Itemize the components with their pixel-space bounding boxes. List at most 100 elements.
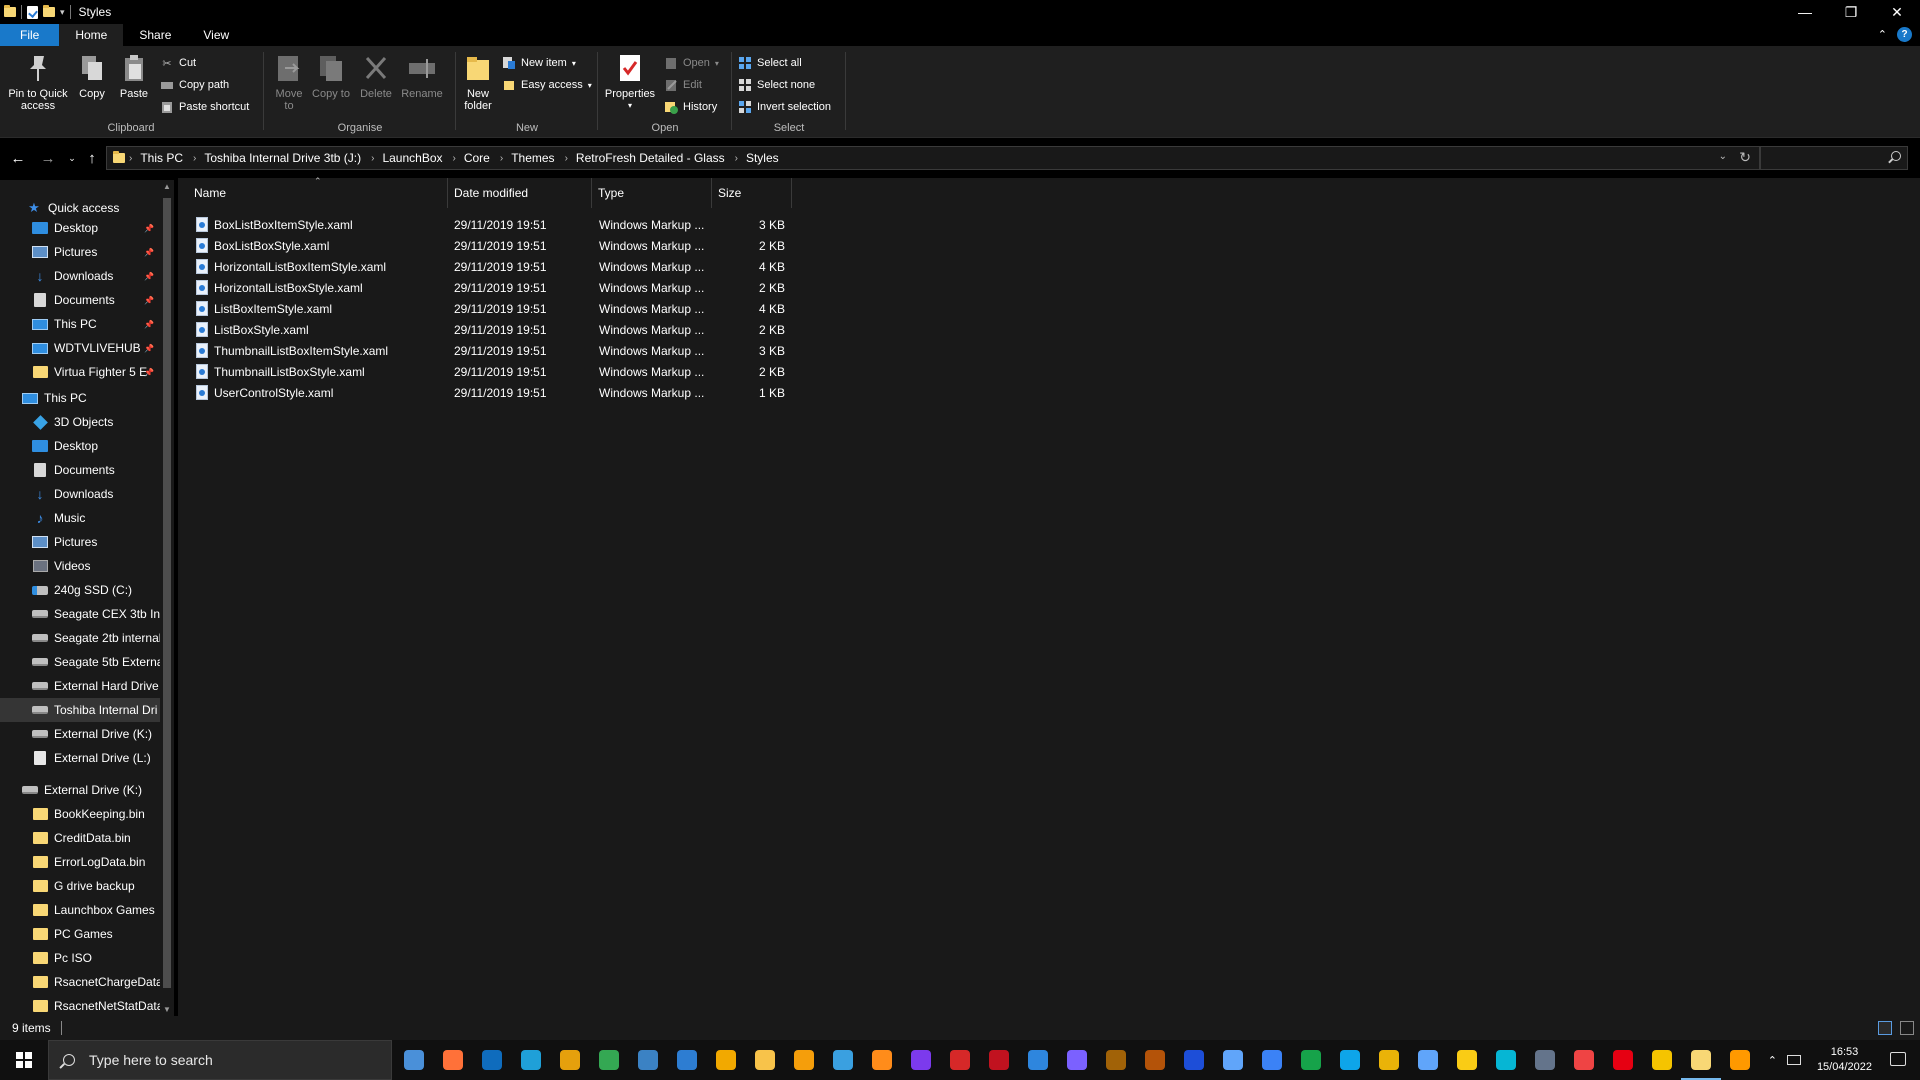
diamond-app-icon[interactable]: [1223, 1050, 1243, 1070]
scroll-up-icon[interactable]: ▲: [163, 182, 171, 191]
nav-pc-item[interactable]: 240g SSD (C:): [0, 578, 160, 602]
card-app-2-icon[interactable]: [1145, 1050, 1165, 1070]
column-header-name[interactable]: Name ⌃: [178, 176, 448, 208]
launchbox-icon[interactable]: [404, 1050, 424, 1070]
notifications-icon[interactable]: [1890, 1052, 1906, 1066]
large-icons-view-icon[interactable]: [1900, 1021, 1914, 1035]
details-view-icon[interactable]: [1878, 1021, 1892, 1035]
delete-button[interactable]: Delete: [358, 52, 394, 100]
nav-quick-item[interactable]: Virtua Fighter 5 E 📌: [0, 360, 160, 384]
address-bar[interactable]: › This PC › Toshiba Internal Drive 3tb (…: [106, 146, 1760, 170]
file-row[interactable]: ThumbnailListBoxItemStyle.xaml 29/11/2019…: [194, 340, 954, 361]
firefox-icon[interactable]: [443, 1050, 463, 1070]
emulator-icon[interactable]: [950, 1050, 970, 1070]
breadcrumb-retrofresh[interactable]: RetroFresh Detailed - Glass: [568, 151, 735, 165]
select-none-button[interactable]: Select none: [738, 76, 815, 94]
breadcrumb-core[interactable]: Core: [456, 151, 500, 165]
file-row[interactable]: BoxListBoxStyle.xaml 29/11/2019 19:51 Wind…: [194, 235, 954, 256]
nav-pc-item[interactable]: External Drive (L:): [0, 746, 160, 770]
column-header-date[interactable]: Date modified: [448, 178, 592, 208]
purple-app-icon[interactable]: [1067, 1050, 1087, 1070]
file-row[interactable]: ListBoxItemStyle.xaml 29/11/2019 19:51 Win…: [194, 298, 954, 319]
file-row[interactable]: UserControlStyle.xaml 29/11/2019 19:51 Win…: [194, 382, 954, 403]
history-button[interactable]: History: [664, 98, 717, 116]
network-icon[interactable]: [1786, 1055, 1801, 1065]
forward-arrow-icon[interactable]: →: [38, 148, 58, 168]
taskbar-search-box[interactable]: Type here to search: [48, 1040, 392, 1080]
breadcrumb-themes[interactable]: Themes: [503, 151, 564, 165]
rename-button[interactable]: Rename: [400, 52, 444, 100]
up-arrow-icon[interactable]: ↑: [82, 148, 102, 168]
bluetooth-app-icon[interactable]: [1262, 1050, 1282, 1070]
nav-quick-item[interactable]: ↓ Downloads 📌: [0, 264, 160, 288]
switch-red-icon[interactable]: [1613, 1050, 1633, 1070]
file-row[interactable]: HorizontalListBoxItemStyle.xaml 29/11/201…: [194, 256, 954, 277]
nav-pc-item[interactable]: Documents: [0, 458, 160, 482]
nav-pc-item[interactable]: Seagate 5tb Externa: [0, 650, 160, 674]
cut-button[interactable]: ✂ Cut: [160, 54, 196, 72]
properties-button[interactable]: Properties ▾: [600, 52, 660, 112]
triangle-app-icon[interactable]: [716, 1050, 736, 1070]
copy-to-button[interactable]: Copy to: [312, 52, 350, 100]
recent-locations-chevron-icon[interactable]: ⌄: [62, 148, 82, 168]
c-app-icon[interactable]: [1496, 1050, 1516, 1070]
address-history-chevron-icon[interactable]: ⌄: [1719, 151, 1727, 162]
card-app-icon[interactable]: [1106, 1050, 1126, 1070]
lemon-app-icon[interactable]: [1457, 1050, 1477, 1070]
cube-app-icon[interactable]: [794, 1050, 814, 1070]
open-button[interactable]: Open ▾: [664, 54, 719, 72]
minimize-ribbon-chevron-icon[interactable]: ⌃: [1878, 28, 1887, 41]
nav-quick-item[interactable]: Desktop 📌: [0, 216, 160, 240]
breadcrumb-styles[interactable]: Styles: [738, 151, 789, 165]
select-all-button[interactable]: Select all: [738, 54, 802, 72]
rocket-app-icon[interactable]: [1535, 1050, 1555, 1070]
start-button[interactable]: [0, 1040, 48, 1080]
plex-icon[interactable]: [560, 1050, 580, 1070]
fox-app-icon[interactable]: [872, 1050, 892, 1070]
copy-button[interactable]: Copy: [74, 52, 110, 100]
paste-shortcut-button[interactable]: Paste shortcut: [160, 98, 249, 116]
minimize-button[interactable]: —: [1782, 0, 1828, 24]
file-row[interactable]: BoxListBoxItemStyle.xaml 29/11/2019 19:51…: [194, 214, 954, 235]
nav-pc-item[interactable]: Seagate CEX 3tb Int: [0, 602, 160, 626]
bar-app-icon[interactable]: [1574, 1050, 1594, 1070]
nav-pc-item[interactable]: Toshiba Internal Dri: [0, 698, 160, 722]
nav-pc-item[interactable]: Desktop: [0, 434, 160, 458]
maximize-button[interactable]: ❐: [1828, 0, 1874, 24]
r-app-icon[interactable]: [1184, 1050, 1204, 1070]
close-button[interactable]: ✕: [1874, 0, 1920, 24]
tab-view[interactable]: View: [187, 24, 245, 46]
nav-quick-item[interactable]: WDTVLIVEHUB 📌: [0, 336, 160, 360]
navigation-scrollbar[interactable]: ▲ ▼: [160, 180, 174, 1016]
nav-pc-item[interactable]: External Drive (K:): [0, 722, 160, 746]
nav-pc-item[interactable]: 3D Objects: [0, 410, 160, 434]
launchbox-2-icon[interactable]: [1730, 1050, 1750, 1070]
file-row[interactable]: ListBoxStyle.xaml 29/11/2019 19:51 Windows…: [194, 319, 954, 340]
chrome-icon[interactable]: [599, 1050, 619, 1070]
nav-external-item[interactable]: RsacnetChargeData: [0, 970, 160, 994]
nav-this-pc[interactable]: This PC: [0, 386, 160, 410]
nav-quick-item[interactable]: This PC 📌: [0, 312, 160, 336]
column-header-type[interactable]: Type: [592, 178, 712, 208]
box-app-icon[interactable]: [833, 1050, 853, 1070]
new-folder-quick-icon[interactable]: [43, 5, 55, 17]
clock[interactable]: 16:53 15/04/2022: [1817, 1045, 1872, 1075]
scroll-down-icon[interactable]: ▼: [163, 1005, 171, 1014]
nav-pc-item[interactable]: Videos: [0, 554, 160, 578]
help-icon[interactable]: ?: [1897, 27, 1912, 42]
customize-quick-access-dropdown[interactable]: ▾: [60, 7, 65, 18]
new-item-button[interactable]: New item ▾: [502, 54, 576, 72]
column-header-size[interactable]: Size: [712, 178, 792, 208]
nav-external-drive[interactable]: External Drive (K:): [0, 778, 160, 802]
nav-external-item[interactable]: Pc ISO: [0, 946, 160, 970]
game-app-icon[interactable]: [989, 1050, 1009, 1070]
nav-pc-item[interactable]: ♪ Music: [0, 506, 160, 530]
nav-external-item[interactable]: Launchbox Games: [0, 898, 160, 922]
nav-quick-item[interactable]: Pictures 📌: [0, 240, 160, 264]
file-row[interactable]: ThumbnailListBoxStyle.xaml 29/11/2019 19:…: [194, 361, 954, 382]
pin-to-quick-access-button[interactable]: Pin to Quick access: [6, 52, 70, 112]
nav-external-item[interactable]: PC Games: [0, 922, 160, 946]
outlook-icon[interactable]: [482, 1050, 502, 1070]
yellow-app-icon[interactable]: [1379, 1050, 1399, 1070]
nav-pc-item[interactable]: Pictures: [0, 530, 160, 554]
